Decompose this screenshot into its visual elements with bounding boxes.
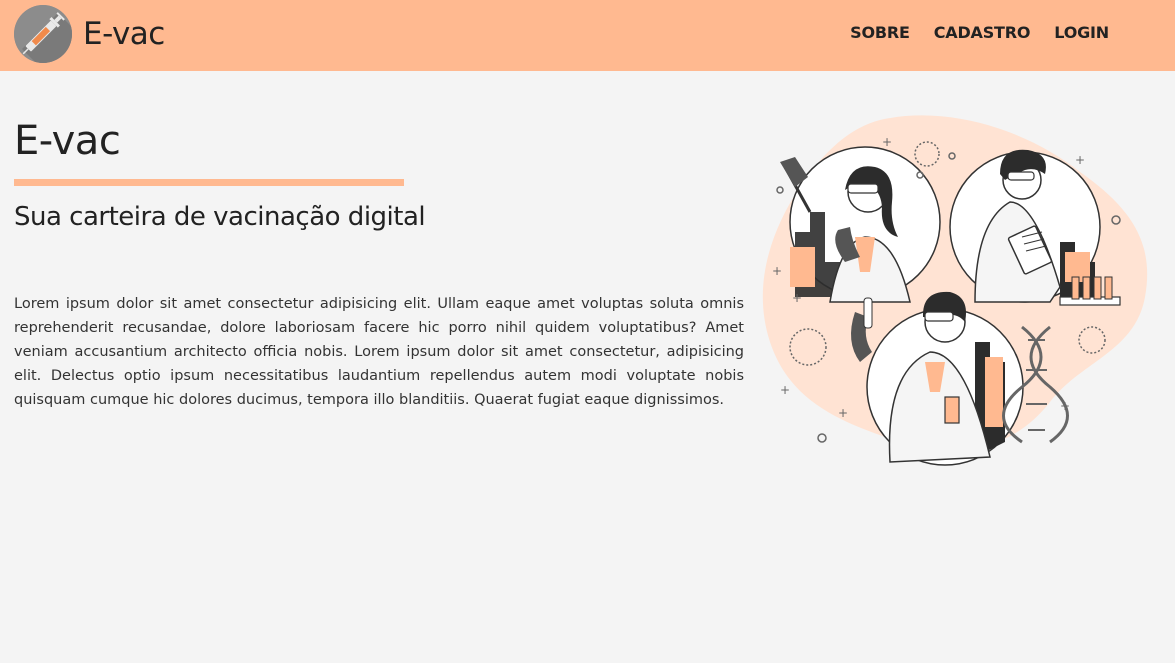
- brand-link[interactable]: E-vac: [14, 5, 165, 63]
- nav-link-login[interactable]: LOGIN: [1054, 23, 1109, 42]
- svg-text:+: +: [772, 264, 782, 278]
- svg-text:+: +: [1060, 399, 1070, 413]
- scientists-illustration: + + + + + + +: [762, 115, 1148, 466]
- nav-links: SOBRE CADASTRO LOGIN: [826, 23, 1109, 42]
- navbar: E-vac SOBRE CADASTRO LOGIN: [0, 0, 1175, 71]
- hero-title: E-vac: [14, 118, 121, 164]
- title-underline: [14, 179, 404, 186]
- svg-text:+: +: [882, 135, 892, 149]
- svg-text:+: +: [838, 406, 848, 420]
- svg-text:+: +: [792, 291, 802, 305]
- hero-description: Lorem ipsum dolor sit amet consectetur a…: [14, 296, 744, 408]
- brand-name: E-vac: [83, 16, 165, 52]
- nav-link-cadastro[interactable]: CADASTRO: [934, 23, 1031, 42]
- hero-subtitle: Sua carteira de vacinação digital: [14, 202, 426, 232]
- svg-text:+: +: [1075, 153, 1085, 167]
- svg-text:+: +: [780, 383, 790, 397]
- nav-link-sobre[interactable]: SOBRE: [850, 23, 910, 42]
- syringe-icon: [14, 5, 72, 63]
